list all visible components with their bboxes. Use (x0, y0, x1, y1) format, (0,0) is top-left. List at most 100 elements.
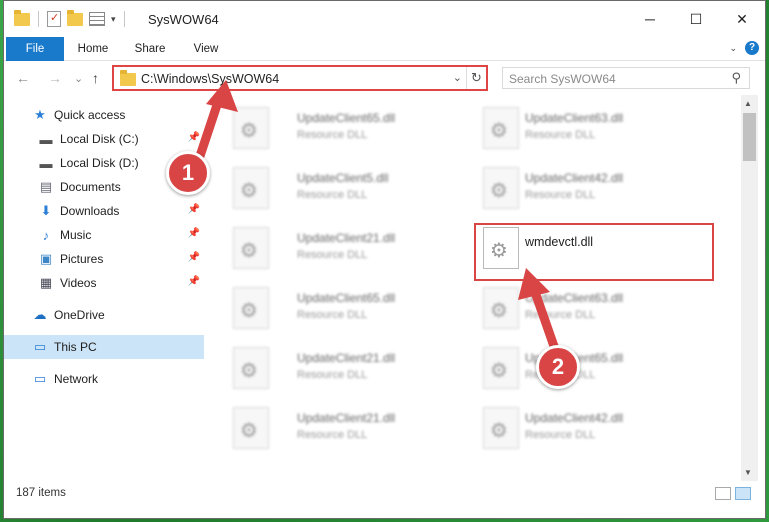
chevron-down-icon[interactable]: ⌄ (453, 71, 462, 84)
file-item[interactable]: UpdateClient42.dll Resource DLL (479, 161, 709, 211)
back-button[interactable]: ← (16, 70, 30, 86)
file-type: Resource DLL (525, 429, 596, 441)
scroll-up-icon[interactable]: ▲ (744, 99, 752, 108)
dll-file-icon (233, 227, 269, 269)
expand-ribbon-icon[interactable]: ⌄ (729, 43, 737, 54)
maximize-button[interactable]: ☐ (673, 1, 719, 37)
ribbon-tabs: File Home Share View ⌄ ? (4, 37, 765, 61)
search-input[interactable]: Search SysWOW64 (509, 72, 616, 86)
address-folder-icon (120, 70, 136, 86)
file-type: Resource DLL (525, 189, 596, 201)
folder-icon (14, 9, 30, 26)
sidebar-item-local-disk-c[interactable]: ▬ Local Disk (C:) 📌 (4, 127, 204, 151)
sidebar-item-this-pc[interactable]: ▭ This PC (4, 335, 204, 359)
large-icons-view-icon[interactable] (735, 487, 751, 500)
new-folder-icon[interactable] (67, 9, 83, 26)
highlight-box-wmdevctl (474, 223, 714, 281)
file-item[interactable]: UpdateClient63.dll Resource DLL (479, 281, 709, 331)
search-box[interactable]: Search SysWOW64 ⚲ (502, 67, 750, 89)
file-explorer-window: ▾ SysWOW64 ─ ☐ ✕ File Home Share View ⌄ … (3, 0, 766, 519)
documents-icon: ▤ (39, 179, 53, 194)
file-item[interactable]: UpdateClient21.dll Resource DLL (229, 401, 459, 451)
sidebar-item-downloads[interactable]: ⬇ Downloads 📌 (4, 199, 204, 223)
file-type: Resource DLL (297, 369, 368, 381)
customize-toolbar-icon[interactable]: ▾ (111, 14, 116, 25)
dll-file-icon (483, 287, 519, 329)
tab-home[interactable]: Home (70, 37, 116, 61)
sidebar-item-label: Quick access (54, 108, 126, 122)
file-item[interactable]: UpdateClient65.dll Resource DLL (479, 341, 709, 391)
scroll-thumb[interactable] (743, 113, 756, 161)
sidebar-item-label: Music (60, 228, 92, 242)
step-2-badge: 2 (536, 345, 580, 389)
sidebar-item-videos[interactable]: ▦ Videos 📌 (4, 271, 204, 295)
file-item[interactable]: UpdateClient21.dll Resource DLL (229, 221, 459, 271)
toolbar-separator (38, 11, 39, 27)
tab-file[interactable]: File (6, 37, 64, 61)
file-type: Resource DLL (525, 129, 596, 141)
file-name: UpdateClient42.dll (525, 171, 624, 185)
sidebar-item-quick-access[interactable]: ★ Quick access (4, 103, 204, 127)
search-icon[interactable]: ⚲ (731, 70, 741, 86)
ribbon-right-controls: ⌄ ? (729, 41, 759, 55)
tab-share[interactable]: Share (128, 37, 172, 61)
view-icon[interactable] (89, 12, 105, 26)
view-switcher (715, 487, 751, 500)
file-name: UpdateClient63.dll (525, 291, 624, 305)
sidebar-item-label: Downloads (60, 204, 120, 218)
computer-icon: ▭ (33, 339, 47, 354)
tab-view[interactable]: View (184, 37, 228, 61)
file-type: Resource DLL (297, 249, 368, 261)
sidebar-item-onedrive[interactable]: ☁ OneDrive (4, 303, 204, 327)
sidebar-item-network[interactable]: ▭ Network (4, 367, 204, 391)
forward-button[interactable]: → (48, 70, 62, 86)
sidebar-item-label: Local Disk (D:) (60, 156, 139, 170)
network-icon: ▭ (33, 371, 47, 386)
download-icon: ⬇ (40, 203, 52, 218)
file-item[interactable]: UpdateClient5.dll Resource DLL (229, 161, 459, 211)
videos-icon: ▦ (39, 275, 53, 290)
pin-icon: 📌 (187, 228, 200, 239)
file-name: UpdateClient5.dll (297, 171, 389, 185)
star-icon: ★ (34, 107, 46, 122)
pin-icon: 📌 (187, 276, 200, 287)
sidebar-item-music[interactable]: ♪ Music 📌 (4, 223, 204, 247)
cloud-icon: ☁ (33, 307, 47, 322)
file-type: Resource DLL (297, 429, 368, 441)
file-name: UpdateClient65.dll (297, 291, 396, 305)
properties-icon[interactable] (47, 11, 61, 27)
file-item[interactable]: UpdateClient63.dll Resource DLL (479, 101, 709, 151)
file-item[interactable]: UpdateClient21.dll Resource DLL (229, 341, 459, 391)
vertical-scrollbar[interactable]: ▲ ▼ (741, 95, 758, 481)
up-button[interactable]: ↑ (92, 70, 99, 86)
sidebar-item-pictures[interactable]: ▣ Pictures 📌 (4, 247, 204, 271)
file-item[interactable]: UpdateClient65.dll Resource DLL (229, 101, 459, 151)
recent-locations-button[interactable]: ⌄ (74, 72, 83, 85)
refresh-icon[interactable]: ↻ (466, 67, 486, 89)
pictures-icon: ▣ (39, 251, 53, 266)
pin-icon: 📌 (187, 252, 200, 263)
sidebar-item-label: OneDrive (54, 308, 105, 322)
file-item[interactable]: UpdateClient42.dll Resource DLL (479, 401, 709, 451)
navigation-pane: ★ Quick access ▬ Local Disk (C:) 📌 ▬ Loc… (4, 95, 204, 467)
pin-icon: 📌 (187, 204, 200, 215)
scroll-down-icon[interactable]: ▼ (744, 468, 752, 477)
sidebar-item-label: Local Disk (C:) (60, 132, 139, 146)
pin-icon: 📌 (187, 132, 200, 143)
dll-file-icon (233, 347, 269, 389)
minimize-button[interactable]: ─ (627, 1, 673, 37)
file-name: UpdateClient65.dll (297, 111, 396, 125)
address-bar[interactable]: C:\Windows\SysWOW64 ⌄ ↻ (112, 65, 488, 91)
file-item[interactable]: UpdateClient65.dll Resource DLL (229, 281, 459, 331)
close-button[interactable]: ✕ (719, 1, 765, 37)
help-icon[interactable]: ? (745, 41, 759, 55)
address-path[interactable]: C:\Windows\SysWOW64 (141, 72, 279, 86)
details-view-icon[interactable] (715, 487, 731, 500)
item-count: 187 items (16, 487, 66, 499)
file-type: Resource DLL (525, 309, 596, 321)
window-controls: ─ ☐ ✕ (627, 1, 765, 37)
navigation-bar: ← → ⌄ ↑ C:\Windows\SysWOW64 ⌄ ↻ Search S… (4, 61, 765, 95)
file-name: UpdateClient21.dll (297, 231, 396, 245)
file-list: UpdateClient65.dll Resource DLL UpdateCl… (207, 95, 741, 467)
drive-icon: ▬ (39, 155, 53, 171)
